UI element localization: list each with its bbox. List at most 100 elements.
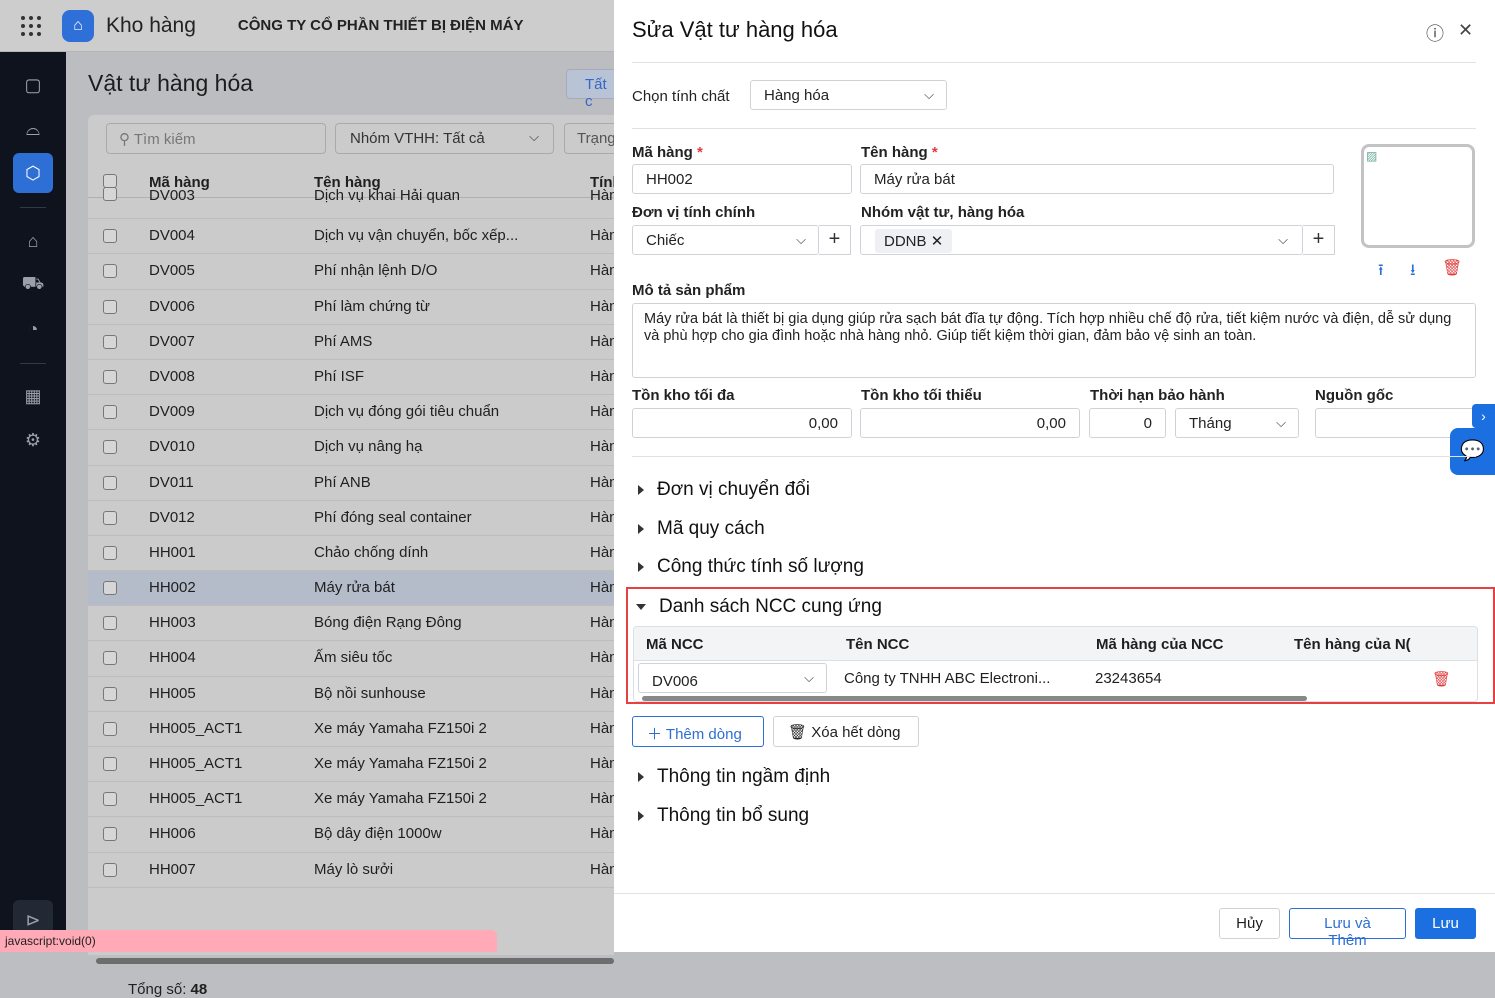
name-label: Tên hàng [861,144,928,161]
supplier-table-scrollbar[interactable] [642,696,1307,701]
upload-icon[interactable]: ⭱ [1378,259,1384,286]
description-textarea[interactable]: Máy rửa bát là thiết bị gia dụng giúp rử… [632,303,1476,378]
min-stock-input[interactable]: 0,00 [860,408,1080,438]
add-unit-button[interactable]: + [819,225,851,255]
search-input[interactable]: ⚲ Tìm kiếm [106,123,326,154]
warranty-input[interactable]: 0 [1089,408,1166,438]
row-checkbox[interactable] [103,792,117,807]
group-tag: DDNB ✕ [875,229,953,253]
expand-panel-icon[interactable]: › [1472,404,1495,428]
section-spec-code[interactable]: Mã quy cách [638,518,765,540]
table-row[interactable]: DV012 Phí đóng seal container Hàn [88,501,618,536]
add-row-button[interactable]: ＋ Thêm dòng [632,716,764,747]
chevron-down-icon: ⌵ [804,670,814,685]
row-name: Dịch vụ khai Hải quan [314,187,460,204]
row-name: Phí ANB [314,473,371,491]
cancel-button[interactable]: Hủy [1219,908,1280,939]
table-row[interactable]: DV008 Phí ISF Hàn [88,360,618,396]
table-row[interactable]: HH006 Bộ dây điện 1000w Hàn [88,817,618,853]
supplier-table: Mã NCC Tên NCC Mã hàng của NCC Tên hàng … [633,626,1478,702]
row-name: Chảo chống dính [314,543,429,561]
product-image[interactable]: ▨ [1361,144,1475,248]
row-checkbox[interactable] [103,721,117,736]
delete-row-icon[interactable]: 🗑 [1432,670,1451,688]
delete-image-icon[interactable]: 🗑 [1442,258,1462,278]
sidebar-inbox-icon[interactable]: ⌓ [13,109,53,149]
row-checkbox[interactable] [103,334,117,349]
row-checkbox[interactable] [103,757,117,771]
row-checkbox[interactable] [103,369,117,384]
table-row[interactable]: HH005_ACT1 Xe máy Yamaha FZ150i 2 Hàn [88,712,618,747]
sidebar-settings-icon[interactable]: ⚙ [13,420,53,460]
sidebar-warehouse-icon[interactable]: ⌂ [13,221,53,261]
sidebar-chart-icon[interactable]: ◔ [13,309,53,349]
broken-image-icon: ▨ [1366,149,1378,163]
supplier-code-select[interactable]: DV006 ⌵ [638,663,827,693]
remove-tag-icon[interactable]: ✕ [931,233,944,250]
code-input[interactable]: HH002 [632,164,852,194]
table-row[interactable]: HH002 Máy rửa bát Hàn [88,571,618,607]
row-name: Xe máy Yamaha FZ150i 2 [314,719,487,737]
row-checkbox[interactable] [103,187,117,201]
clear-rows-button[interactable]: 🗑 Xóa hết dòng [773,716,919,747]
unit-select[interactable]: Chiếc ⌵ [632,225,819,255]
app-grid-icon[interactable] [21,15,41,36]
row-checkbox[interactable] [103,299,117,314]
row-checkbox[interactable] [103,229,117,244]
table-row[interactable]: DV003 Dịch vụ khai Hải quan Hàn [88,184,618,220]
row-checkbox[interactable] [103,581,117,596]
row-checkbox[interactable] [103,545,117,560]
sidebar-note-icon[interactable]: ▢ [13,65,53,105]
table-row[interactable]: HH003 Bóng điện Rạng Đông Hàn [88,606,618,642]
section-default-info[interactable]: Thông tin ngầm định [638,766,830,788]
table-row[interactable]: DV010 Dịch vụ nâng hạ Hàn [88,430,618,466]
row-code: HH001 [149,543,196,561]
row-checkbox[interactable] [103,264,117,279]
row-checkbox[interactable] [103,862,117,877]
row-checkbox[interactable] [103,827,117,842]
max-stock-input[interactable]: 0,00 [632,408,852,438]
table-row[interactable]: DV011 Phí ANB Hàn [88,466,618,501]
table-row[interactable]: DV006 Phí làm chứng từ Hàn [88,290,618,325]
table-row[interactable]: HH004 Ấm siêu tốc Hàn [88,641,618,677]
warranty-unit-select[interactable]: Tháng ⌵ [1175,408,1299,438]
table-row[interactable]: HH005 Bộ nồi sunhouse Hàn [88,677,618,712]
table-row[interactable]: DV005 Phí nhận lệnh D/O Hàn [88,254,618,290]
table-row[interactable]: HH005_ACT1 Xe máy Yamaha FZ150i 2 Hàn [88,747,618,783]
section-unit-conversion[interactable]: Đơn vị chuyển đổi [638,479,810,501]
table-row[interactable]: DV004 Dịch vụ vận chuyển, bốc xếp... Hàn [88,219,618,255]
col-supplier-code: Mã NCC [646,636,704,653]
sidebar-box-icon[interactable]: ⬡ [13,153,53,193]
row-checkbox[interactable] [103,616,117,631]
save-and-add-button[interactable]: Lưu và Thêm [1289,908,1406,949]
save-button[interactable]: Lưu [1415,908,1476,939]
add-group-button[interactable]: + [1303,225,1335,255]
group-filter[interactable]: Nhóm VTHH: Tất cả ⌵ [335,123,554,154]
row-checkbox[interactable] [103,510,117,525]
table-row[interactable]: HH007 Máy lò sưởi Hàn [88,853,618,888]
supplier-item-code[interactable]: 23243654 [1095,670,1162,687]
section-supplier-list[interactable]: Danh sách NCC cung ứng [636,596,882,618]
table-row[interactable]: HH001 Chảo chống dính Hàn [88,536,618,572]
table-row[interactable]: DV009 Dịch vụ đóng gói tiêu chuẩn Hàn [88,395,618,431]
row-checkbox[interactable] [103,686,117,701]
chat-support-icon[interactable]: 💬 [1450,428,1495,475]
download-icon[interactable]: ⭳ [1410,259,1416,286]
nature-select[interactable]: Hàng hóa ⌵ [750,80,947,110]
sidebar-cart-icon[interactable]: ⛟ [13,265,53,305]
row-checkbox[interactable] [103,405,117,420]
group-select[interactable]: DDNB ✕ ⌵ [860,225,1303,255]
horizontal-scrollbar[interactable] [96,958,614,964]
table-row[interactable]: DV007 Phí AMS Hàn [88,325,618,360]
close-icon[interactable]: ✕ [1458,20,1473,41]
row-checkbox[interactable] [103,475,117,490]
row-checkbox[interactable] [103,440,117,455]
sidebar-apps-icon[interactable]: ▦ [13,376,53,416]
help-icon[interactable]: ⓘ [1426,20,1444,46]
section-quantity-formula[interactable]: Công thức tính số lượng [638,556,864,578]
section-extra-info[interactable]: Thông tin bổ sung [638,805,809,827]
table-row[interactable]: HH005_ACT1 Xe máy Yamaha FZ150i 2 Hàn [88,782,618,818]
list-card: ⚲ Tìm kiếm Nhóm VTHH: Tất cả ⌵ Trạng Mã h… [88,115,624,998]
name-input[interactable]: Máy rửa bát [860,164,1334,194]
row-checkbox[interactable] [103,651,117,666]
